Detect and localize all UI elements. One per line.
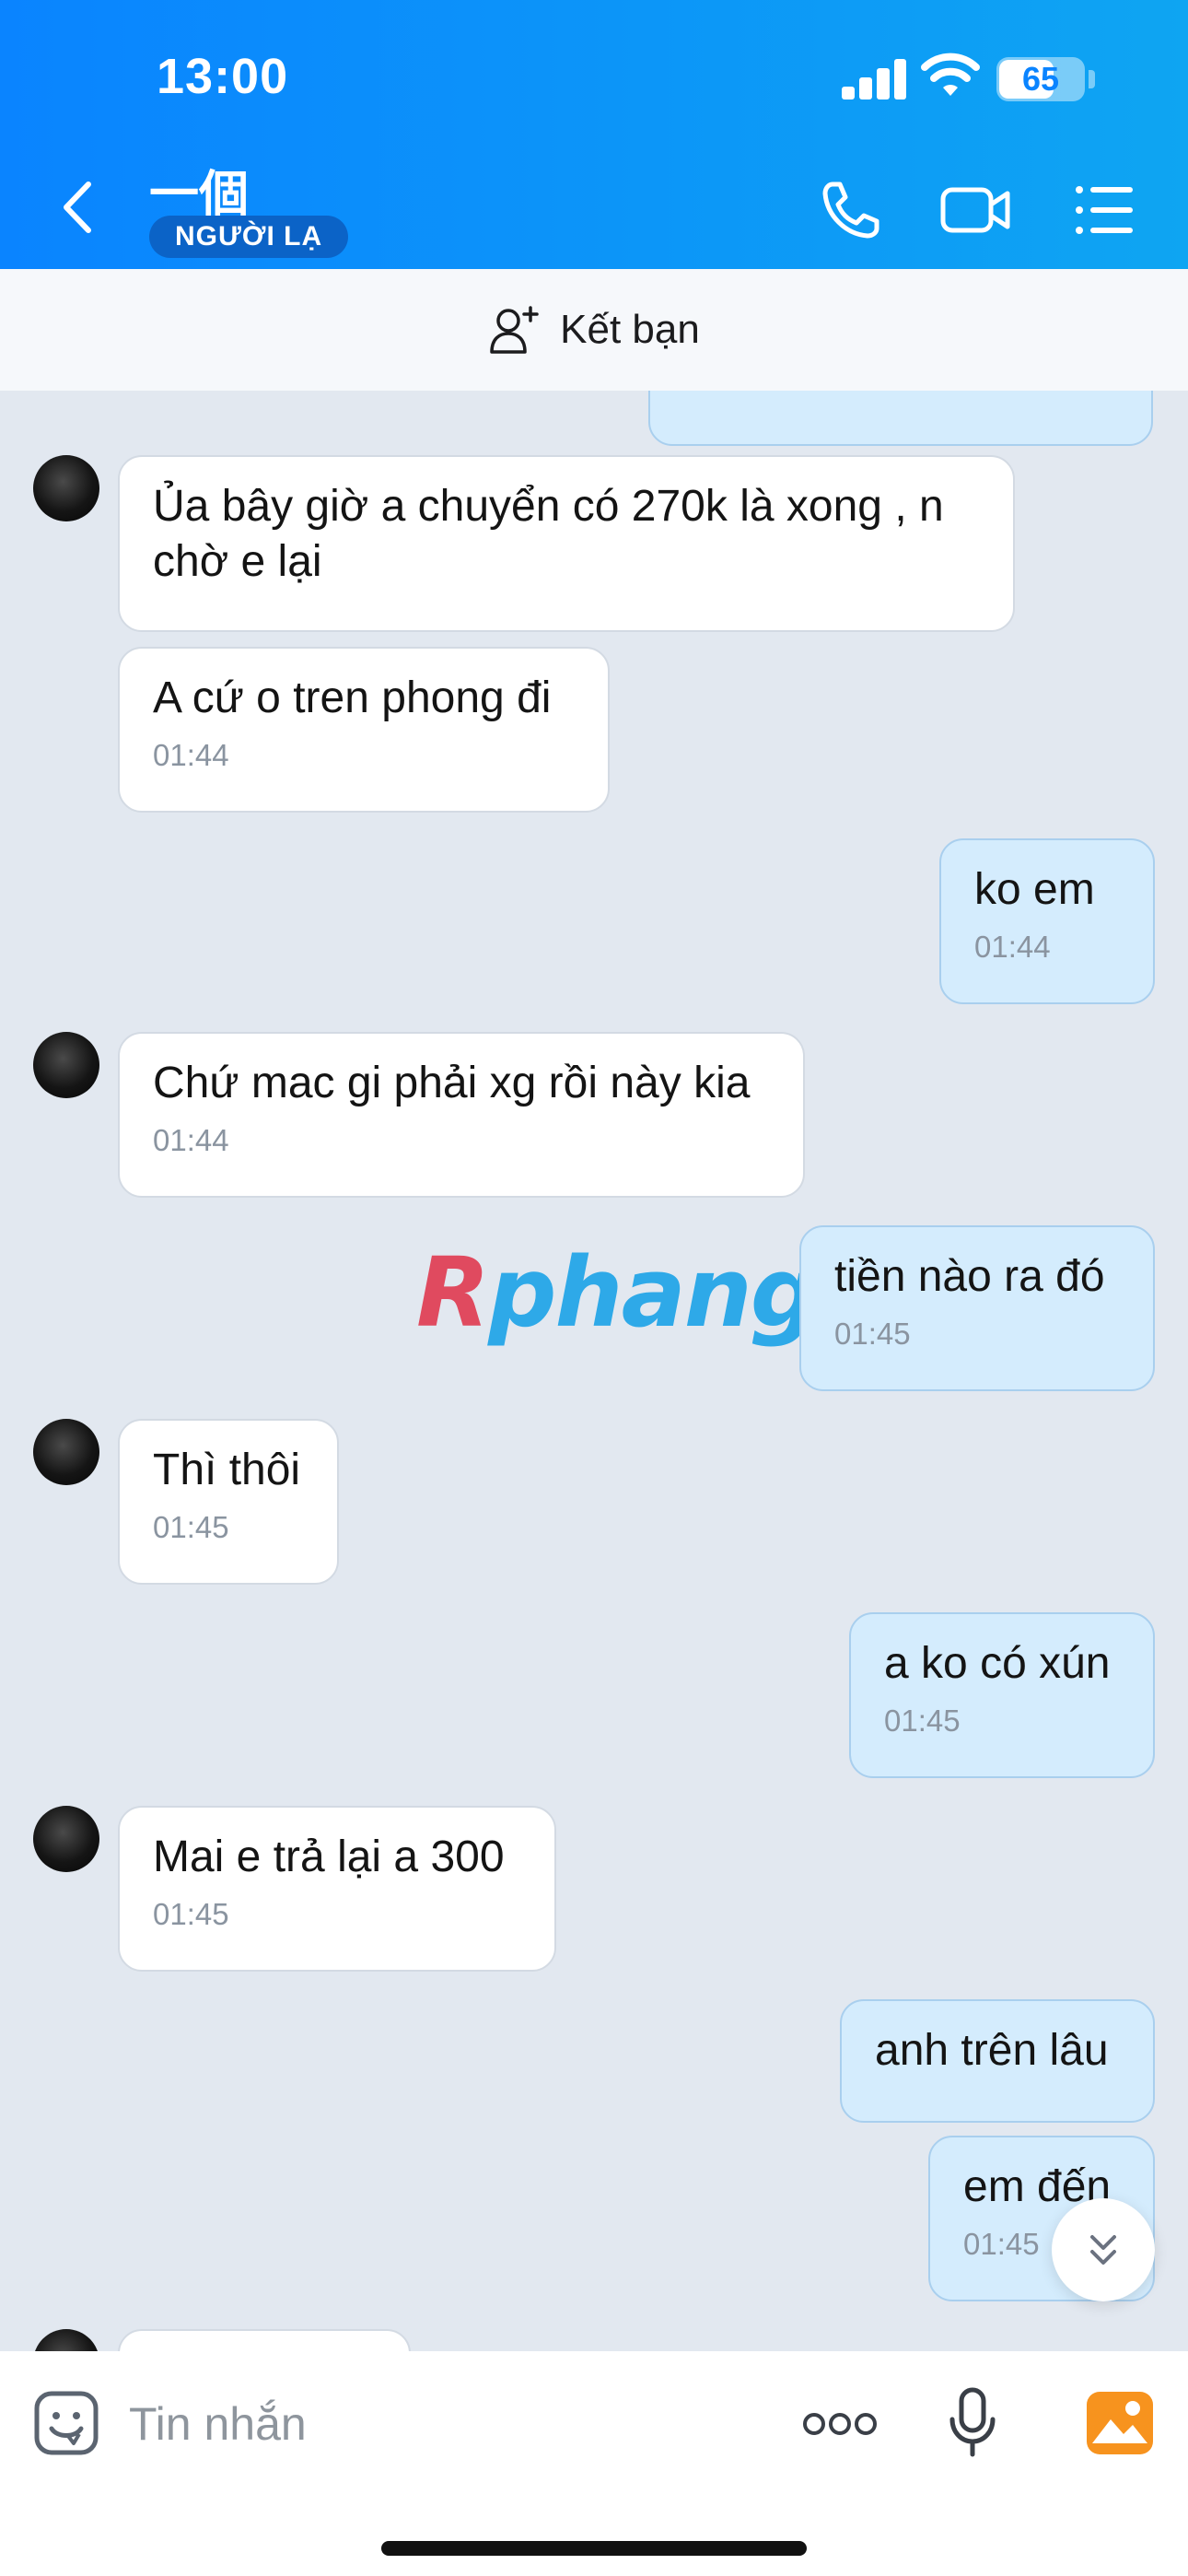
phone-icon[interactable] [818,177,884,243]
add-friend-label: Kết bạn [560,307,700,352]
microphone-icon[interactable] [949,2386,996,2460]
message-bubble-partial[interactable] [118,2329,411,2351]
message-text: A cứ o tren phong đi [153,673,552,722]
video-call-icon[interactable] [939,177,1013,243]
message-bubble-outgoing[interactable]: anh trên lâu [840,1999,1155,2123]
message-time: 01:44 [153,1123,229,1157]
message-text: anh trên lâu [875,2026,1109,2075]
stranger-badge: NGƯỜI LẠ [149,216,349,258]
wifi-icon [921,53,980,96]
battery-indicator: 65 [996,57,1085,101]
message-bubble-incoming[interactable]: Mai e trả lại a 300 01:45 [118,1806,556,1972]
home-indicator [381,2541,807,2556]
message-text: ko em [974,865,1095,914]
watermark-logo: Rphang [416,1236,819,1349]
message-text: a ko có xún [884,1639,1111,1688]
message-input-bar [0,2351,1188,2576]
add-friend-icon [490,306,539,354]
message-time: 01:45 [834,1317,911,1351]
message-input[interactable] [129,2383,774,2465]
sticker-icon[interactable] [33,2390,99,2456]
message-bubble-outgoing[interactable]: tiền nào ra đó 01:45 [799,1225,1155,1391]
contact-avatar[interactable] [33,455,99,521]
message-time: 01:45 [884,1704,961,1738]
message-text: Mai e trả lại a 300 [153,1832,505,1881]
scroll-to-bottom-button[interactable] [1052,2198,1155,2301]
message-text: Ủa bây giờ a chuyển có 270k là xong , n … [153,482,944,586]
message-bubble-partial[interactable] [648,391,1153,446]
more-icon[interactable] [801,2410,879,2438]
message-text: Thì thôi [153,1446,301,1494]
add-friend-bar[interactable]: Kết bạn [0,269,1188,391]
message-list[interactable]: Ủa bây giờ a chuyển có 270k là xong , n … [0,391,1188,2351]
menu-list-icon[interactable] [1074,177,1135,243]
contact-avatar[interactable] [33,2329,99,2351]
message-time: 01:44 [974,930,1051,964]
status-time: 13:00 [157,49,289,104]
contact-avatar[interactable] [33,1806,99,1872]
message-bubble-incoming[interactable]: Chứ mac gi phải xg rồi này kia 01:44 [118,1032,805,1198]
message-text: tiền nào ra đó [834,1252,1105,1301]
battery-tip [1089,70,1095,88]
message-bubble-outgoing[interactable]: ko em 01:44 [939,838,1155,1004]
battery-percent: 65 [1021,60,1060,98]
message-time: 01:45 [153,1897,229,1931]
message-text: Chứ mac gi phải xg rồi này kia [153,1059,751,1107]
contact-avatar[interactable] [33,1032,99,1098]
message-time: 01:45 [153,1510,229,1544]
image-icon[interactable] [1085,2390,1155,2456]
contact-avatar[interactable] [33,1419,99,1485]
back-arrow-icon[interactable] [55,175,101,240]
chat-header: 13:00 65 一個 NGƯỜI LẠ [0,0,1188,269]
message-time: 01:44 [153,738,229,772]
double-chevron-down-icon [1090,2235,1116,2265]
cellular-signal-icon [842,57,906,100]
message-bubble-incoming[interactable]: A cứ o tren phong đi 01:44 [118,647,610,813]
message-bubble-outgoing[interactable]: a ko có xún 01:45 [849,1612,1155,1778]
message-bubble-incoming[interactable]: Thì thôi 01:45 [118,1419,339,1585]
message-bubble-incoming[interactable]: Ủa bây giờ a chuyển có 270k là xong , n … [118,455,1015,632]
